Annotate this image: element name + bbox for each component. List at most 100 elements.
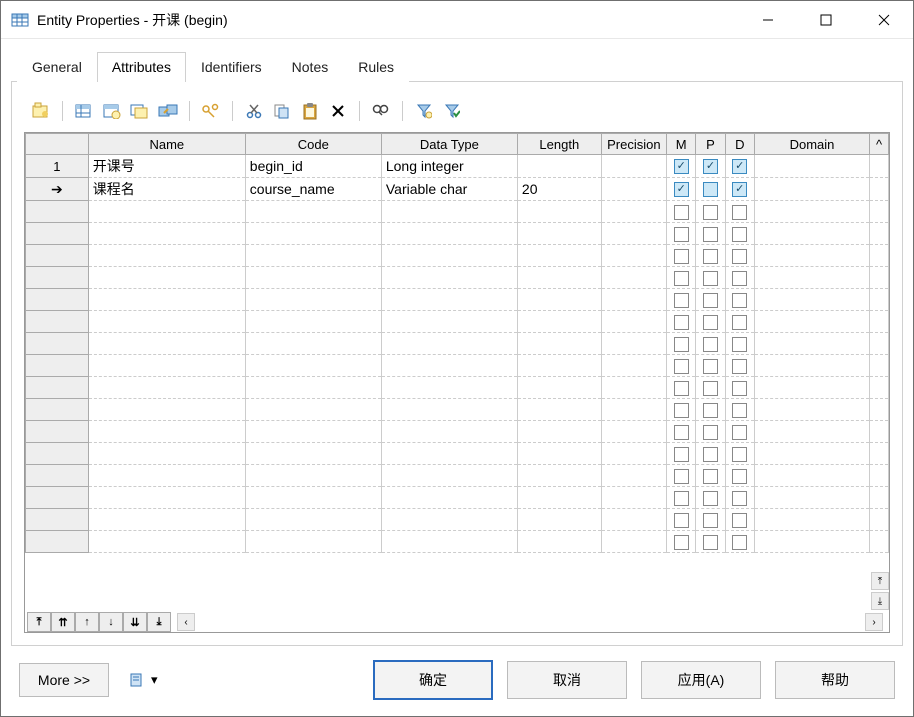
checkbox[interactable] — [674, 293, 689, 308]
col-d[interactable]: D — [725, 134, 754, 155]
col-name[interactable]: Name — [88, 134, 245, 155]
checkbox[interactable] — [674, 469, 689, 484]
cell-precision[interactable] — [601, 155, 666, 178]
checkbox[interactable] — [732, 359, 747, 374]
cell-name[interactable]: 课程名 — [88, 178, 245, 201]
scroll-up-full-icon[interactable]: ⤒ — [871, 572, 889, 590]
cell-name[interactable]: 开课号 — [88, 155, 245, 178]
checkbox[interactable] — [703, 315, 718, 330]
checkbox[interactable] — [703, 447, 718, 462]
checkbox[interactable] — [732, 425, 747, 440]
col-m[interactable]: M — [667, 134, 696, 155]
ok-button[interactable]: 确定 — [373, 660, 493, 700]
insert-row-icon[interactable] — [71, 98, 97, 124]
checkbox[interactable] — [703, 182, 718, 197]
more-button[interactable]: More >> — [19, 663, 109, 697]
table-row-empty[interactable] — [26, 311, 889, 333]
col-datatype[interactable]: Data Type — [381, 134, 517, 155]
replace-icon[interactable] — [155, 98, 181, 124]
cell-domain[interactable] — [754, 155, 869, 178]
cut-icon[interactable] — [241, 98, 267, 124]
checkbox[interactable] — [732, 403, 747, 418]
cell-length[interactable]: 20 — [517, 178, 601, 201]
paste-icon[interactable] — [297, 98, 323, 124]
table-row-empty[interactable] — [26, 399, 889, 421]
table-row-empty[interactable] — [26, 377, 889, 399]
table-row-empty[interactable] — [26, 421, 889, 443]
checkbox[interactable] — [674, 425, 689, 440]
row-header-col[interactable] — [26, 134, 89, 155]
filter-apply-icon[interactable] — [439, 98, 465, 124]
prev-row-button[interactable]: ↑ — [75, 612, 99, 632]
checkbox[interactable] — [674, 227, 689, 242]
cell-p[interactable] — [696, 155, 725, 178]
checkbox[interactable] — [674, 205, 689, 220]
properties-icon[interactable] — [28, 98, 54, 124]
table-row[interactable]: ➔ 课程名 course_name Variable char 20 — [26, 178, 889, 201]
checkbox[interactable] — [703, 513, 718, 528]
col-code[interactable]: Code — [245, 134, 381, 155]
checkbox[interactable] — [703, 403, 718, 418]
checkbox[interactable] — [674, 359, 689, 374]
maximize-button[interactable] — [797, 1, 855, 38]
add-row-icon[interactable] — [99, 98, 125, 124]
checkbox[interactable] — [703, 293, 718, 308]
cell-length[interactable] — [517, 155, 601, 178]
table-row-empty[interactable] — [26, 223, 889, 245]
cell-datatype[interactable]: Long integer — [381, 155, 517, 178]
checkbox[interactable] — [732, 159, 747, 174]
cell-m[interactable] — [667, 178, 696, 201]
cell-precision[interactable] — [601, 178, 666, 201]
tab-identifiers[interactable]: Identifiers — [186, 52, 277, 82]
add-rows-icon[interactable] — [127, 98, 153, 124]
checkbox[interactable] — [732, 469, 747, 484]
checkbox[interactable] — [674, 159, 689, 174]
table-row-empty[interactable] — [26, 531, 889, 553]
keys-icon[interactable] — [198, 98, 224, 124]
table-row-empty[interactable] — [26, 355, 889, 377]
checkbox[interactable] — [674, 535, 689, 550]
hscroll-left[interactable]: ‹ — [177, 613, 195, 631]
table-row-empty[interactable] — [26, 465, 889, 487]
checkbox[interactable] — [732, 447, 747, 462]
checkbox[interactable] — [674, 513, 689, 528]
checkbox[interactable] — [732, 535, 747, 550]
cell-datatype[interactable]: Variable char — [381, 178, 517, 201]
col-scroll[interactable]: ^ — [870, 134, 889, 155]
close-button[interactable] — [855, 1, 913, 38]
row-header[interactable]: ➔ — [26, 178, 89, 201]
cell-d[interactable] — [725, 178, 754, 201]
cell-code[interactable]: course_name — [245, 178, 381, 201]
checkbox[interactable] — [703, 227, 718, 242]
last-row-button[interactable]: ⤓ — [147, 612, 171, 632]
checkbox[interactable] — [732, 227, 747, 242]
table-row-empty[interactable] — [26, 245, 889, 267]
help-button[interactable]: 帮助 — [775, 661, 895, 699]
col-length[interactable]: Length — [517, 134, 601, 155]
checkbox[interactable] — [674, 315, 689, 330]
checkbox[interactable] — [703, 159, 718, 174]
table-row-empty[interactable] — [26, 289, 889, 311]
cell-p[interactable] — [696, 178, 725, 201]
find-icon[interactable] — [368, 98, 394, 124]
checkbox[interactable] — [703, 469, 718, 484]
checkbox[interactable] — [732, 381, 747, 396]
table-row-empty[interactable] — [26, 201, 889, 223]
checkbox[interactable] — [674, 403, 689, 418]
checkbox[interactable] — [674, 447, 689, 462]
table-row-empty[interactable] — [26, 487, 889, 509]
col-p[interactable]: P — [696, 134, 725, 155]
checkbox[interactable] — [703, 359, 718, 374]
checkbox[interactable] — [674, 182, 689, 197]
checkbox[interactable] — [732, 182, 747, 197]
checkbox[interactable] — [732, 337, 747, 352]
checkbox[interactable] — [732, 293, 747, 308]
checkbox[interactable] — [674, 337, 689, 352]
checkbox[interactable] — [674, 381, 689, 396]
checkbox[interactable] — [732, 205, 747, 220]
table-row-empty[interactable] — [26, 333, 889, 355]
checkbox[interactable] — [703, 205, 718, 220]
checkbox[interactable] — [732, 491, 747, 506]
table-row-empty[interactable] — [26, 267, 889, 289]
checkbox[interactable] — [703, 271, 718, 286]
